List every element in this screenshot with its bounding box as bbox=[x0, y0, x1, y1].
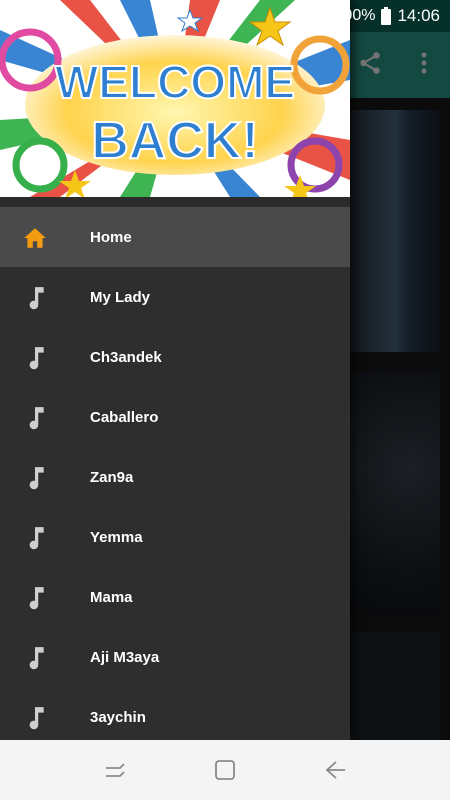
menu-item-label: Aji M3aya bbox=[90, 648, 160, 666]
menu-item-label: Zan9a bbox=[90, 468, 134, 486]
menu-item-label: My Lady bbox=[90, 288, 151, 306]
music-note-icon bbox=[29, 287, 44, 310]
menu-item-my-lady[interactable]: My Lady bbox=[0, 267, 350, 327]
menu-item-mama[interactable]: Mama bbox=[0, 567, 350, 627]
header-divider bbox=[0, 197, 350, 207]
status-bar: 100% 14:06 bbox=[0, 0, 450, 32]
airplane-icon bbox=[312, 8, 327, 24]
menu-item-label: Mama bbox=[90, 588, 133, 606]
svg-text:BACK!: BACK! bbox=[91, 112, 259, 170]
menu-item-yemma[interactable]: Yemma bbox=[0, 507, 350, 567]
music-note-icon bbox=[29, 467, 44, 490]
menu-item-3aychin[interactable]: 3aychin bbox=[0, 687, 350, 740]
menu-item-home[interactable]: Home bbox=[0, 207, 350, 267]
music-note-icon bbox=[29, 587, 44, 610]
system-nav-bar bbox=[0, 740, 450, 800]
status-indicators: 100% 14:06 bbox=[311, 6, 440, 26]
image-icon bbox=[12, 9, 28, 23]
menu-item-label: 3aychin bbox=[90, 708, 146, 726]
home-icon bbox=[24, 228, 46, 248]
clock: 14:06 bbox=[397, 6, 440, 25]
svg-text:WELCOME: WELCOME bbox=[55, 56, 295, 108]
music-note-icon bbox=[29, 707, 44, 730]
menu-item-label: Caballero bbox=[90, 408, 159, 426]
battery-percent: 100% bbox=[334, 7, 376, 24]
menu-item-label: Home bbox=[90, 228, 132, 246]
menu-item-ch3andek[interactable]: Ch3andek bbox=[0, 327, 350, 387]
menu-item-label: Ch3andek bbox=[90, 348, 162, 366]
music-note-icon bbox=[29, 407, 44, 430]
menu-item-caballero[interactable]: Caballero bbox=[0, 387, 350, 447]
music-note-icon bbox=[29, 527, 44, 550]
drawer-menu: Home My Lady Ch3andek Caballero Zan9a Ye… bbox=[0, 207, 350, 740]
navigation-drawer: WELCOME BACK! Home My Lady Ch3andek Caba… bbox=[0, 0, 350, 740]
battery-icon bbox=[381, 7, 392, 25]
menu-item-label: Yemma bbox=[90, 528, 143, 546]
music-note-icon bbox=[29, 347, 44, 370]
menu-item-aji-m3aya[interactable]: Aji M3aya bbox=[0, 627, 350, 687]
menu-item-zan9a[interactable]: Zan9a bbox=[0, 447, 350, 507]
home-square-icon[interactable] bbox=[205, 750, 245, 790]
recent-apps-icon[interactable] bbox=[95, 750, 135, 790]
back-icon[interactable] bbox=[315, 750, 355, 790]
music-note-icon bbox=[29, 647, 44, 670]
